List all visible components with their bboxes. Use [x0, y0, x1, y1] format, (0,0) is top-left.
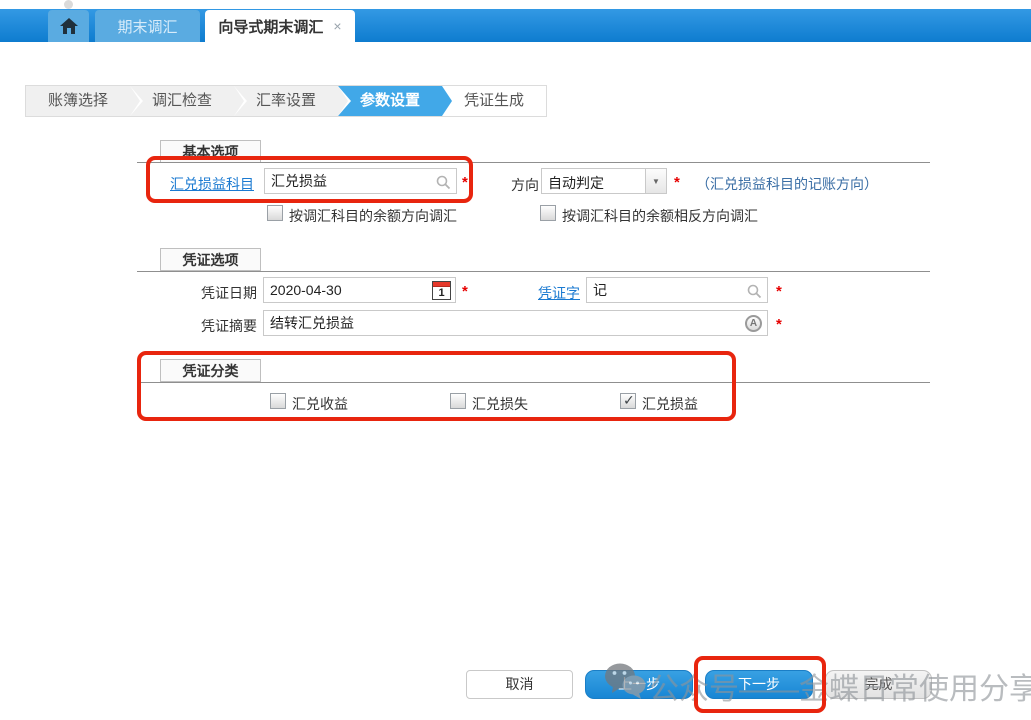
direction-select[interactable]: 自动判定 ▼: [541, 168, 667, 194]
calendar-icon[interactable]: 1: [432, 281, 451, 300]
section-header-basic-options: 基本选项: [160, 140, 261, 163]
top-strip: [0, 0, 1031, 9]
section-divider: [137, 162, 930, 163]
exchange-gainloss-checkbox[interactable]: [620, 393, 636, 409]
voucher-summary-input[interactable]: [264, 311, 767, 335]
prev-step-button[interactable]: 上一步: [585, 670, 693, 699]
search-icon[interactable]: [435, 174, 451, 190]
tab-period-end-adjust[interactable]: 期末调汇: [95, 10, 200, 42]
voucher-summary-label: 凭证摘要: [185, 316, 257, 336]
reverse-direction-checkbox[interactable]: [540, 205, 556, 221]
voucher-date-input[interactable]: [264, 278, 455, 302]
finish-button[interactable]: 完成: [825, 670, 932, 699]
direction-label: 方向: [511, 175, 539, 195]
direction-value: 自动判定: [548, 173, 604, 193]
required-marker: *: [674, 174, 680, 191]
required-marker: *: [462, 174, 468, 191]
main-tab-bar: 期末调汇 向导式期末调汇 ×: [0, 9, 1031, 42]
summary-assistant-icon[interactable]: A: [745, 315, 762, 332]
required-marker: *: [462, 283, 468, 300]
tab-label: 期末调汇: [117, 16, 177, 37]
exchange-gainloss-account-link[interactable]: 汇兑损益科目: [170, 174, 254, 194]
balance-direction-label: 按调汇科目的余额方向调汇: [289, 206, 457, 226]
step-account-book-select[interactable]: 账簿选择: [26, 86, 130, 116]
voucher-word-input[interactable]: [587, 278, 767, 302]
exchange-loss-checkbox[interactable]: [450, 393, 466, 409]
exchange-gain-checkbox[interactable]: [270, 393, 286, 409]
browser-artifact-dot: [64, 0, 73, 9]
close-icon[interactable]: ×: [333, 19, 341, 33]
section-header-voucher-options: 凭证选项: [160, 248, 261, 271]
search-icon[interactable]: [746, 283, 762, 299]
voucher-summary-field: A: [263, 310, 768, 336]
section-divider: [137, 271, 930, 272]
home-tab[interactable]: [48, 10, 89, 42]
tab-label: 向导式期末调汇: [218, 16, 323, 37]
section-header-voucher-category: 凭证分类: [160, 359, 261, 382]
direction-note: （汇兑损益科目的记账方向）: [696, 174, 878, 194]
section-divider: [137, 382, 930, 383]
balance-direction-checkbox[interactable]: [267, 205, 283, 221]
app-window: 期末调汇 向导式期末调汇 × 账簿选择 调汇检查 汇率设置 参数设置 凭证生成 …: [0, 0, 1031, 720]
voucher-date-field: 1: [263, 277, 456, 303]
step-voucher-generate[interactable]: 凭证生成: [442, 86, 546, 116]
exchange-gain-label: 汇兑收益: [292, 394, 348, 414]
exchange-gainloss-account-field: [264, 168, 457, 194]
chevron-down-icon[interactable]: ▼: [645, 169, 666, 193]
tab-wizard-period-end-adjust[interactable]: 向导式期末调汇 ×: [205, 10, 355, 42]
step-rate-setting[interactable]: 汇率设置: [234, 86, 338, 116]
next-step-button[interactable]: 下一步: [705, 670, 813, 699]
step-adjust-check[interactable]: 调汇检查: [130, 86, 234, 116]
wizard-steps: 账簿选择 调汇检查 汇率设置 参数设置 凭证生成: [25, 85, 547, 117]
reverse-direction-label: 按调汇科目的余额相反方向调汇: [562, 206, 758, 226]
voucher-word-link[interactable]: 凭证字: [538, 283, 580, 303]
required-marker: *: [776, 283, 782, 300]
voucher-word-field: [586, 277, 768, 303]
step-parameter-setting[interactable]: 参数设置: [338, 86, 442, 116]
exchange-gainloss-label: 汇兑损益: [642, 394, 698, 414]
exchange-gainloss-account-input[interactable]: [265, 169, 456, 193]
cancel-button[interactable]: 取消: [466, 670, 573, 699]
voucher-date-label: 凭证日期: [185, 283, 257, 303]
home-icon: [60, 18, 78, 34]
required-marker: *: [776, 316, 782, 333]
exchange-loss-label: 汇兑损失: [472, 394, 528, 414]
